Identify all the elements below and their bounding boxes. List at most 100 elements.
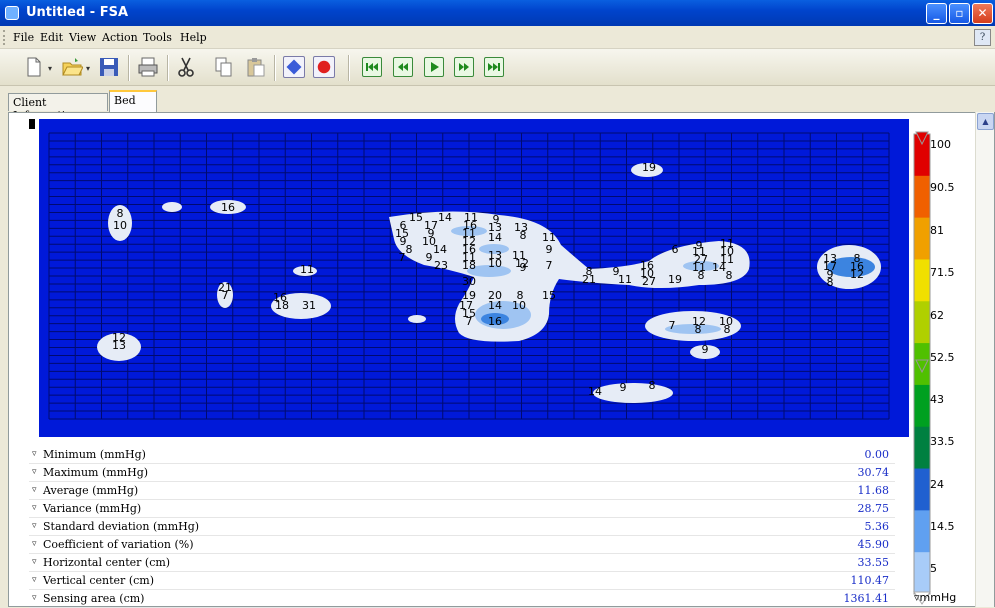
menu-view[interactable]: View [69,31,96,44]
close-button[interactable]: ✕ [972,3,993,24]
save-icon[interactable] [97,55,121,79]
menu-help[interactable]: Help [180,31,207,44]
pressure-reading: 14 [438,211,452,224]
stat-value: 28.75 [857,502,890,515]
print-icon[interactable] [136,55,160,79]
stat-label: Variance (mmHg) [43,502,142,515]
new-dropdown-icon[interactable]: ▾ [48,64,52,73]
stat-value: 45.90 [857,538,890,551]
expand-icon[interactable]: ▿ [32,575,37,585]
pressure-reading: 19 [642,161,656,174]
tab-strip: Client Information Bed [0,86,995,122]
scale-tick: 90.5 [930,181,955,194]
pressure-region [593,383,673,403]
pressure-reading: 18 [275,299,289,312]
pressure-reading: 8 [724,323,731,336]
stat-row-sensing-area[interactable]: ▿ Sensing area (cm) 1361.41 [29,590,895,608]
scale-band [914,468,930,511]
pressure-reading: 10 [113,219,127,232]
stat-label: Coefficient of variation (%) [43,538,194,551]
skip-to-end-icon[interactable] [484,57,504,77]
expand-icon[interactable]: ▿ [32,593,37,603]
play-icon[interactable] [424,57,444,77]
pressure-reading: 11 [618,273,632,286]
tab-bed[interactable]: Bed [109,90,157,112]
app-icon [5,6,19,20]
stat-value: 11.68 [857,484,890,497]
pressure-reading: 6 [672,243,679,256]
expand-icon[interactable]: ▿ [32,449,37,459]
stat-row-average[interactable]: ▿ Average (mmHg) 11.68 [29,482,895,500]
pressure-reading: 7 [669,319,676,332]
pressure-reading: 10 [512,299,526,312]
menu-action[interactable]: Action [102,31,138,44]
expand-icon[interactable]: ▿ [32,467,37,477]
toolbar-separator [348,55,350,81]
stat-row-vertical-center[interactable]: ▿ Vertical center (cm) 110.47 [29,572,895,590]
paste-icon[interactable] [244,55,268,79]
stat-label: Minimum (mmHg) [43,448,146,461]
vertical-scrollbar[interactable]: ▲ [975,112,994,607]
copy-icon[interactable] [212,55,236,79]
pressure-reading: 8 [698,269,705,282]
scale-band [914,426,930,470]
cut-icon[interactable] [174,55,198,79]
scroll-up-icon[interactable]: ▲ [977,113,994,130]
title-bar: Untitled - FSA _ ▫ ✕ [0,0,995,26]
menu-file[interactable]: File [13,31,34,44]
open-folder-icon[interactable] [60,55,84,79]
stat-label: Standard deviation (mmHg) [43,520,200,533]
stat-row-minimum[interactable]: ▿ Minimum (mmHg) 0.00 [29,446,895,464]
new-file-icon[interactable] [22,55,46,79]
expand-icon[interactable]: ▿ [32,485,37,495]
toolbar-separator [167,55,169,81]
record-button[interactable] [313,56,335,78]
window-title: Untitled - FSA [26,5,129,20]
scale-tick: 24 [930,478,944,491]
stat-row-variance[interactable]: ▿ Variance (mmHg) 28.75 [29,500,895,518]
scale-tick: 14.5 [930,520,955,533]
scale-tick: 71.5 [930,266,955,279]
stop-marker-button[interactable] [283,56,305,78]
pressure-reading: 15 [409,211,423,224]
scale-tick: 52.5 [930,351,955,364]
expand-icon[interactable]: ▿ [32,521,37,531]
corner-marker [29,119,35,129]
rewind-icon[interactable] [393,57,413,77]
stat-row-horizontal-center[interactable]: ▿ Horizontal center (cm) 33.55 [29,554,895,572]
expand-icon[interactable]: ▿ [32,539,37,549]
pressure-reading: 27 [642,275,656,288]
expand-icon[interactable]: ▿ [32,557,37,567]
pressure-reading: 14 [488,299,502,312]
stat-label: Maximum (mmHg) [43,466,149,479]
stat-label: Vertical center (cm) [43,574,154,587]
open-dropdown-icon[interactable]: ▾ [86,64,90,73]
pressure-reading: 7 [399,251,406,264]
menu-tools[interactable]: Tools [143,31,172,44]
pressure-reading: 9 [696,239,703,252]
pressure-reading: 18 [462,259,476,272]
stat-row-coefficient-variation[interactable]: ▿ Coefficient of variation (%) 45.90 [29,536,895,554]
stat-row-std-deviation[interactable]: ▿ Standard deviation (mmHg) 5.36 [29,518,895,536]
maximize-button[interactable]: ▫ [949,3,970,24]
help-agent-icon[interactable]: ? [974,29,991,46]
stat-row-maximum[interactable]: ▿ Maximum (mmHg) 30.74 [29,464,895,482]
minimize-button[interactable]: _ [926,3,947,24]
pressure-reading: 12 [692,315,706,328]
stat-value: 5.36 [864,520,890,533]
pressure-reading: 8 [406,243,413,256]
pressure-reading: 9 [520,261,527,274]
pressure-reading: 9 [702,343,709,356]
fast-forward-icon[interactable] [454,57,474,77]
pressure-reading: 14 [488,231,502,244]
statistics-table: ▿ Minimum (mmHg) 0.00 ▿ Maximum (mmHg) 30.74… [29,446,895,608]
pressure-reading: 8 [649,379,656,392]
unit-label[interactable]: ▿mmHg [914,591,956,604]
pressure-reading: 16 [488,315,502,328]
menu-edit[interactable]: Edit [40,31,63,44]
pressure-reading: 16 [221,201,235,214]
expand-icon[interactable]: ▿ [32,503,37,513]
tab-client-information[interactable]: Client Information [8,93,108,122]
stat-label: Horizontal center (cm) [43,556,171,569]
skip-to-start-icon[interactable] [362,57,382,77]
